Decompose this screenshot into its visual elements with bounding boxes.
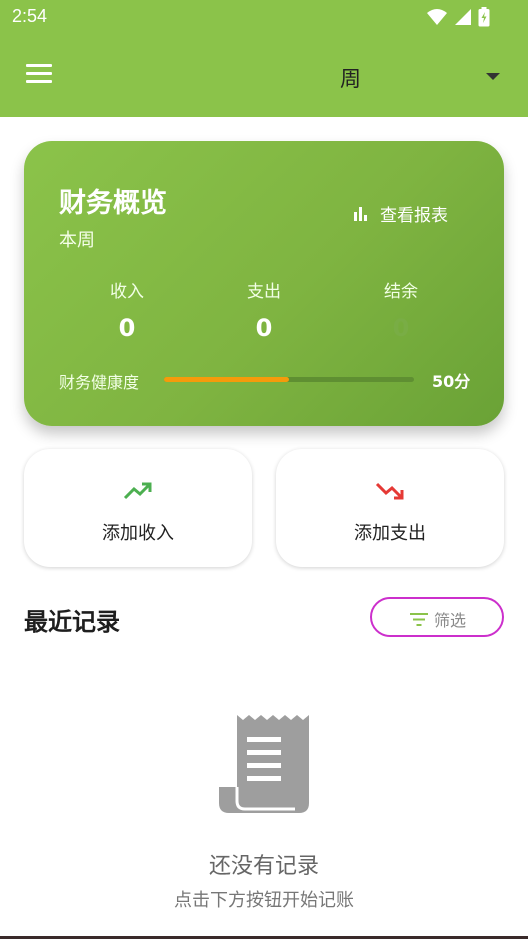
view-report-button[interactable]: 查看报表 (354, 201, 448, 226)
add-expense-label: 添加支出 (354, 523, 426, 544)
income-stat: 收入 0 (67, 277, 187, 342)
health-progress-bar (164, 377, 414, 382)
app-bar: 周 (0, 35, 528, 117)
empty-state-subtitle: 点击下方按钮开始记账 (174, 890, 354, 911)
balance-stat: 结余 0 (341, 277, 461, 342)
status-time: 2:54 (12, 6, 48, 26)
main-content: 财务概览 本周 查看报表 收入 0 支出 0 结余 0 财务健康度 50分 添加… (0, 117, 528, 939)
income-value: 0 (118, 314, 136, 342)
status-icons (426, 7, 490, 27)
overview-period: 本周 (59, 230, 95, 251)
filter-icon (410, 613, 428, 626)
status-bar: 2:54 (0, 0, 528, 35)
trending-up-icon (123, 482, 152, 500)
menu-button[interactable] (24, 64, 58, 88)
overview-title: 财务概览 (59, 188, 167, 219)
wifi-icon (427, 9, 447, 25)
balance-value: 0 (392, 314, 410, 342)
add-income-label: 添加收入 (102, 523, 174, 544)
expense-value: 0 (255, 314, 273, 342)
expense-label: 支出 (247, 282, 281, 302)
finance-overview-card: 财务概览 本周 查看报表 收入 0 支出 0 结余 0 财务健康度 50分 (24, 141, 504, 426)
health-label: 财务健康度 (59, 373, 140, 392)
period-label: 周 (340, 67, 361, 91)
filter-label: 筛选 (434, 611, 467, 630)
health-progress-fill (164, 377, 289, 382)
health-score: 50分 (432, 372, 471, 391)
cell-signal-icon (455, 9, 471, 25)
add-expense-button[interactable]: 添加支出 (276, 449, 504, 567)
menu-icon-bar (26, 72, 52, 75)
menu-icon-bar (26, 80, 52, 83)
chevron-down-icon (486, 73, 500, 80)
add-income-button[interactable]: 添加收入 (24, 449, 252, 567)
period-dropdown[interactable]: 周 (310, 55, 510, 99)
trending-down-icon (375, 482, 404, 500)
balance-label: 结余 (384, 282, 418, 302)
bar-chart-icon (354, 206, 370, 221)
view-report-label: 查看报表 (380, 206, 448, 226)
menu-icon (26, 64, 52, 67)
expense-stat: 支出 0 (204, 277, 324, 342)
income-label: 收入 (110, 282, 144, 302)
battery-icon (478, 7, 490, 27)
receipt-icon (219, 715, 309, 813)
recent-records-title: 最近记录 (24, 608, 120, 636)
filter-button[interactable]: 筛选 (370, 597, 504, 637)
empty-state-title: 还没有记录 (208, 854, 319, 879)
